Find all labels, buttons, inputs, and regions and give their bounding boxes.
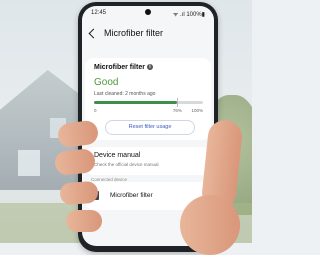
info-icon[interactable]: i <box>146 64 153 70</box>
device-manual-title: Device manual <box>94 152 141 159</box>
camera-cutout <box>145 9 151 15</box>
filter-status: Good <box>94 77 119 88</box>
filter-usage-marker <box>176 98 178 107</box>
device-manual-item[interactable]: Device manual Check the official device … <box>85 147 211 175</box>
tick-end: 100% <box>191 108 203 113</box>
last-cleaned-text: Last cleaned: 2 months ago <box>94 91 156 97</box>
tick-mid: 76% <box>172 108 182 113</box>
finger <box>66 210 102 232</box>
filter-usage-fill <box>94 101 177 104</box>
page-title: Microfiber filter <box>104 28 164 38</box>
connected-device-name: Microfiber filter <box>110 192 153 199</box>
finger <box>59 180 99 206</box>
usage-ticks: 0 76% 100% <box>94 108 203 114</box>
filter-card: Microfiber filter i Good Last cleaned: 2 … <box>85 58 211 140</box>
device-manual-subtitle: Check the official device manual <box>94 162 159 167</box>
tick-start: 0 <box>94 108 97 113</box>
filter-heading: Microfiber filter i <box>94 64 153 71</box>
status-indicators: ᯤ .ıl 100%▮ <box>172 12 205 18</box>
chevron-left-icon[interactable] <box>88 28 99 39</box>
filter-usage-bar <box>94 98 203 107</box>
palm <box>180 195 240 255</box>
reset-filter-button[interactable]: Reset filter usage <box>105 120 195 135</box>
house-window <box>18 150 40 176</box>
status-bar: 12:45 ᯤ .ıl 100%▮ <box>82 6 214 18</box>
filter-heading-label: Microfiber filter <box>94 64 145 71</box>
status-time: 12:45 <box>91 10 107 16</box>
title-bar: Microfiber filter <box>82 28 214 44</box>
